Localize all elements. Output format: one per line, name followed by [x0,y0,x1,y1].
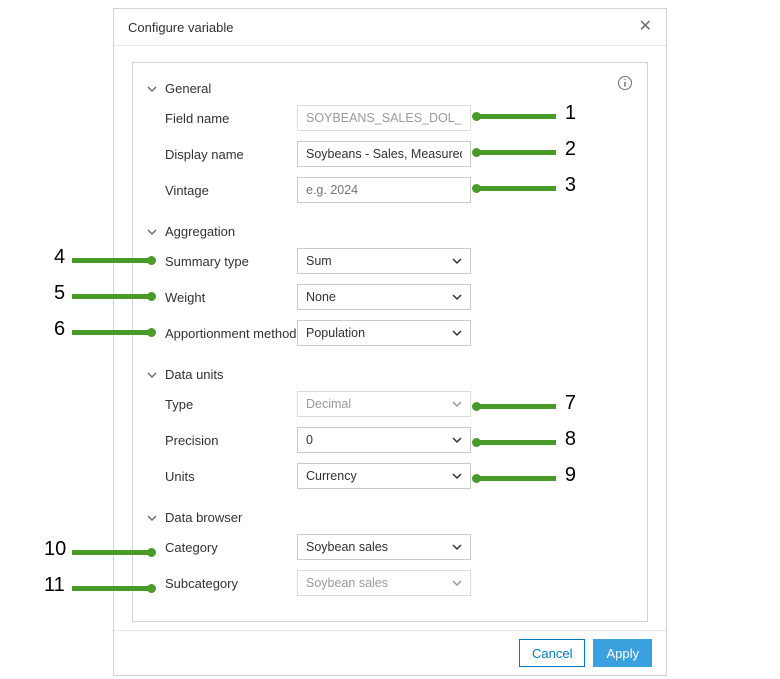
callout-4: 4 [72,258,152,263]
chevron-down-icon [452,578,462,588]
dialog-body: General Field name Display name Vintage … [114,46,666,630]
chevron-down-icon [452,328,462,338]
callout-3: 3 [476,186,556,191]
callout-5: 5 [72,294,152,299]
subcategory-select: Soybean sales [297,570,471,596]
category-label: Category [147,540,297,555]
dialog-title: Configure variable [128,20,234,35]
callout-1: 1 [476,114,556,119]
units-select[interactable]: Currency [297,463,471,489]
section-aggregation-title: Aggregation [165,224,235,239]
weight-label: Weight [147,290,297,305]
units-label: Units [147,469,297,484]
summary-type-select[interactable]: Sum [297,248,471,274]
callout-7: 7 [476,404,556,409]
callout-10: 10 [72,550,152,555]
dialog-header: Configure variable ✕ [114,9,666,46]
close-icon[interactable]: ✕ [639,19,652,35]
apply-button[interactable]: Apply [593,639,652,667]
apportionment-label: Apportionment method [147,326,297,341]
precision-label: Precision [147,433,297,448]
info-icon[interactable] [617,75,633,94]
section-data-browser-header[interactable]: Data browser [147,510,633,525]
field-name-input [297,105,471,131]
section-aggregation-header[interactable]: Aggregation [147,224,633,239]
section-data-browser-title: Data browser [165,510,242,525]
precision-select[interactable]: 0 [297,427,471,453]
field-name-label: Field name [147,111,297,126]
apportionment-select[interactable]: Population [297,320,471,346]
chevron-down-icon [147,227,157,237]
section-general-header[interactable]: General [147,81,633,96]
chevron-down-icon [452,471,462,481]
chevron-down-icon [452,256,462,266]
section-data-units-title: Data units [165,367,224,382]
vintage-label: Vintage [147,183,297,198]
subcategory-label: Subcategory [147,576,297,591]
category-select[interactable]: Soybean sales [297,534,471,560]
chevron-down-icon [452,399,462,409]
chevron-down-icon [452,292,462,302]
callout-8: 8 [476,440,556,445]
cancel-button[interactable]: Cancel [519,639,585,667]
weight-select[interactable]: None [297,284,471,310]
callout-6: 6 [72,330,152,335]
chevron-down-icon [452,435,462,445]
callout-11: 11 [72,586,152,591]
chevron-down-icon [147,513,157,523]
summary-type-label: Summary type [147,254,297,269]
chevron-down-icon [147,370,157,380]
section-data-units-header[interactable]: Data units [147,367,633,382]
chevron-down-icon [452,542,462,552]
configure-variable-dialog: Configure variable ✕ General Field name [113,8,667,676]
display-name-label: Display name [147,147,297,162]
display-name-input[interactable] [297,141,471,167]
dialog-footer: Cancel Apply [114,630,666,675]
callout-9: 9 [476,476,556,481]
vintage-input[interactable] [297,177,471,203]
section-general-title: General [165,81,211,96]
type-select: Decimal [297,391,471,417]
callout-2: 2 [476,150,556,155]
chevron-down-icon [147,84,157,94]
type-label: Type [147,397,297,412]
